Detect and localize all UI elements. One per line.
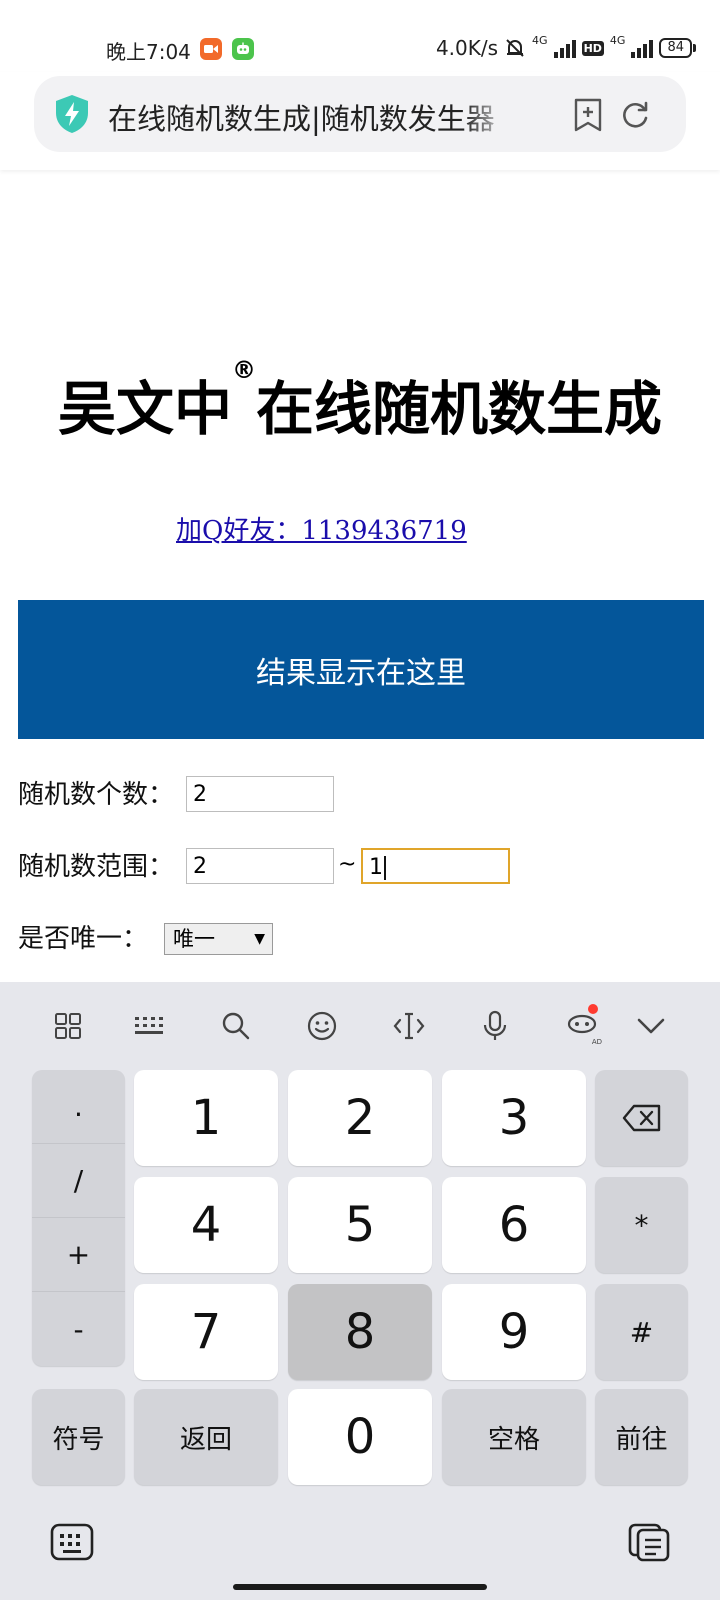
unique-label: 是否唯一：: [18, 924, 149, 954]
symbol-column: . / + -: [32, 1070, 125, 1366]
range-min-input[interactable]: 2: [186, 848, 334, 884]
page-title-in-address-bar[interactable]: 在线随机数生成|随机数发生器: [108, 96, 512, 138]
result-placeholder-text: 结果显示在这里: [256, 655, 466, 691]
unique-selected-value: 唯一: [173, 927, 215, 951]
backspace-icon: [622, 1104, 660, 1132]
security-shield-icon[interactable]: [54, 94, 90, 134]
text-cursor: [384, 856, 386, 880]
key-plus[interactable]: +: [32, 1218, 125, 1292]
keyboard-toolbar: AD: [0, 982, 720, 1070]
go-key[interactable]: 前往: [595, 1389, 688, 1485]
status-indicators: 4.0K/s 4G HD 4G 84: [435, 34, 696, 60]
emoji-icon[interactable]: [302, 1006, 342, 1046]
back-key[interactable]: 返回: [134, 1389, 278, 1485]
key-2[interactable]: 2: [288, 1070, 432, 1166]
keyboard-layout-icon[interactable]: [129, 1006, 169, 1046]
sim1-signal-icon: [553, 38, 576, 58]
key-9[interactable]: 9: [442, 1284, 586, 1380]
key-1[interactable]: 1: [134, 1070, 278, 1166]
range-label: 随机数范围：: [18, 852, 175, 882]
symbols-key[interactable]: 符号: [32, 1389, 125, 1485]
count-input[interactable]: 2: [186, 776, 334, 812]
key-period[interactable]: .: [32, 1070, 125, 1144]
mute-bell-icon: [506, 39, 524, 57]
unique-select[interactable]: 唯一 ▼: [164, 923, 273, 955]
ai-assistant-icon[interactable]: AD: [562, 1004, 602, 1046]
site-heading: 吴文中®在线随机数生成: [0, 356, 720, 446]
search-icon[interactable]: [216, 1006, 256, 1046]
add-bookmark-icon[interactable]: [572, 98, 604, 132]
key-5[interactable]: 5: [288, 1177, 432, 1273]
key-6[interactable]: 6: [442, 1177, 586, 1273]
range-max-value: 1: [369, 855, 383, 880]
site-heading-text: 在线随机数生成: [256, 375, 663, 443]
key-4[interactable]: 4: [134, 1177, 278, 1273]
key-hash[interactable]: #: [595, 1284, 688, 1380]
range-max-input[interactable]: 1: [361, 848, 510, 884]
address-bar[interactable]: 在线随机数生成|随机数发生器: [34, 76, 686, 152]
qq-contact-link[interactable]: 加Q好友：1139436719: [176, 510, 467, 547]
site-heading-brand: 吴文中: [57, 375, 232, 443]
switch-keyboard-icon[interactable]: [50, 1522, 94, 1562]
video-call-notification-icon: [200, 38, 222, 60]
key-star[interactable]: *: [595, 1177, 688, 1273]
key-slash[interactable]: /: [32, 1144, 125, 1218]
microphone-icon[interactable]: [475, 1006, 515, 1046]
collapse-keyboard-icon[interactable]: [631, 1006, 671, 1046]
network-speed: 4.0K/s: [435, 36, 499, 60]
browser-toolbar: 在线随机数生成|随机数发生器: [0, 72, 720, 170]
key-7[interactable]: 7: [134, 1284, 278, 1380]
clipboard-icon[interactable]: [628, 1522, 672, 1562]
robot-notification-icon: [232, 38, 254, 60]
key-8[interactable]: 8: [288, 1284, 432, 1380]
notification-dot: [588, 1004, 598, 1014]
sim1-network-type: 4G: [532, 34, 548, 47]
reload-icon[interactable]: [618, 98, 652, 132]
key-0[interactable]: 0: [288, 1389, 432, 1485]
home-indicator[interactable]: [233, 1584, 487, 1590]
sim2-network-type: 4G: [609, 34, 626, 47]
ai-badge-label: AD: [591, 1038, 602, 1046]
key-minus[interactable]: -: [32, 1292, 125, 1366]
result-display: 结果显示在这里: [18, 600, 704, 739]
key-3[interactable]: 3: [442, 1070, 586, 1166]
status-time: 晚上7:04: [106, 40, 191, 64]
space-key[interactable]: 空格: [442, 1389, 586, 1485]
battery-icon: 84: [659, 38, 696, 58]
backspace-key[interactable]: [595, 1070, 688, 1166]
grid-icon[interactable]: [48, 1006, 88, 1046]
count-label: 随机数个数：: [18, 780, 175, 810]
status-bar: 晚上7:04 4.0K/s 4G HD 4G 84: [0, 0, 720, 72]
sim2-signal-icon: [631, 38, 654, 58]
cursor-icon[interactable]: [389, 1006, 429, 1046]
hd-voice-icon: HD: [581, 40, 604, 56]
registered-mark: ®: [232, 356, 256, 384]
chevron-down-icon: ▼: [254, 931, 265, 947]
range-separator: ~: [338, 852, 357, 877]
battery-level: 84: [659, 38, 692, 58]
